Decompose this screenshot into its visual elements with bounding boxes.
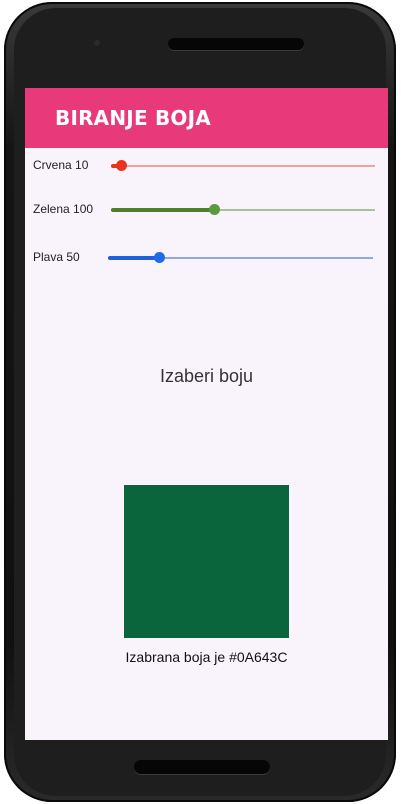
selected-color-text: Izabrana boja je #0A643C — [125, 649, 288, 665]
green-slider-row: Zelena 100 — [25, 195, 388, 225]
red-slider-row: Crvena 10 — [25, 151, 388, 181]
color-preview-swatch — [124, 485, 289, 638]
blue-slider-label: Plava 50 — [33, 250, 80, 264]
bottom-speaker — [134, 760, 270, 774]
front-camera — [94, 40, 100, 46]
blue-slider-thumb[interactable] — [154, 252, 166, 263]
red-slider-label: Crvena 10 — [33, 158, 89, 172]
app-bar: BIRANJE BOJA — [25, 88, 388, 148]
green-slider-label: Zelena 100 — [33, 202, 94, 216]
earpiece-speaker — [168, 38, 304, 50]
app-title: BIRANJE BOJA — [55, 106, 211, 130]
green-slider-active-track — [111, 208, 215, 212]
green-slider-thumb[interactable] — [209, 204, 221, 215]
blue-slider-row: Plava 50 — [25, 243, 388, 273]
blue-slider-active-track — [108, 256, 160, 260]
choose-color-prompt: Izaberi boju — [159, 366, 254, 386]
red-slider-track[interactable] — [111, 165, 375, 167]
app-screen: BIRANJE BOJA Crvena 10 Zelena 100 Plava … — [25, 88, 388, 740]
red-slider-thumb[interactable] — [115, 160, 127, 171]
